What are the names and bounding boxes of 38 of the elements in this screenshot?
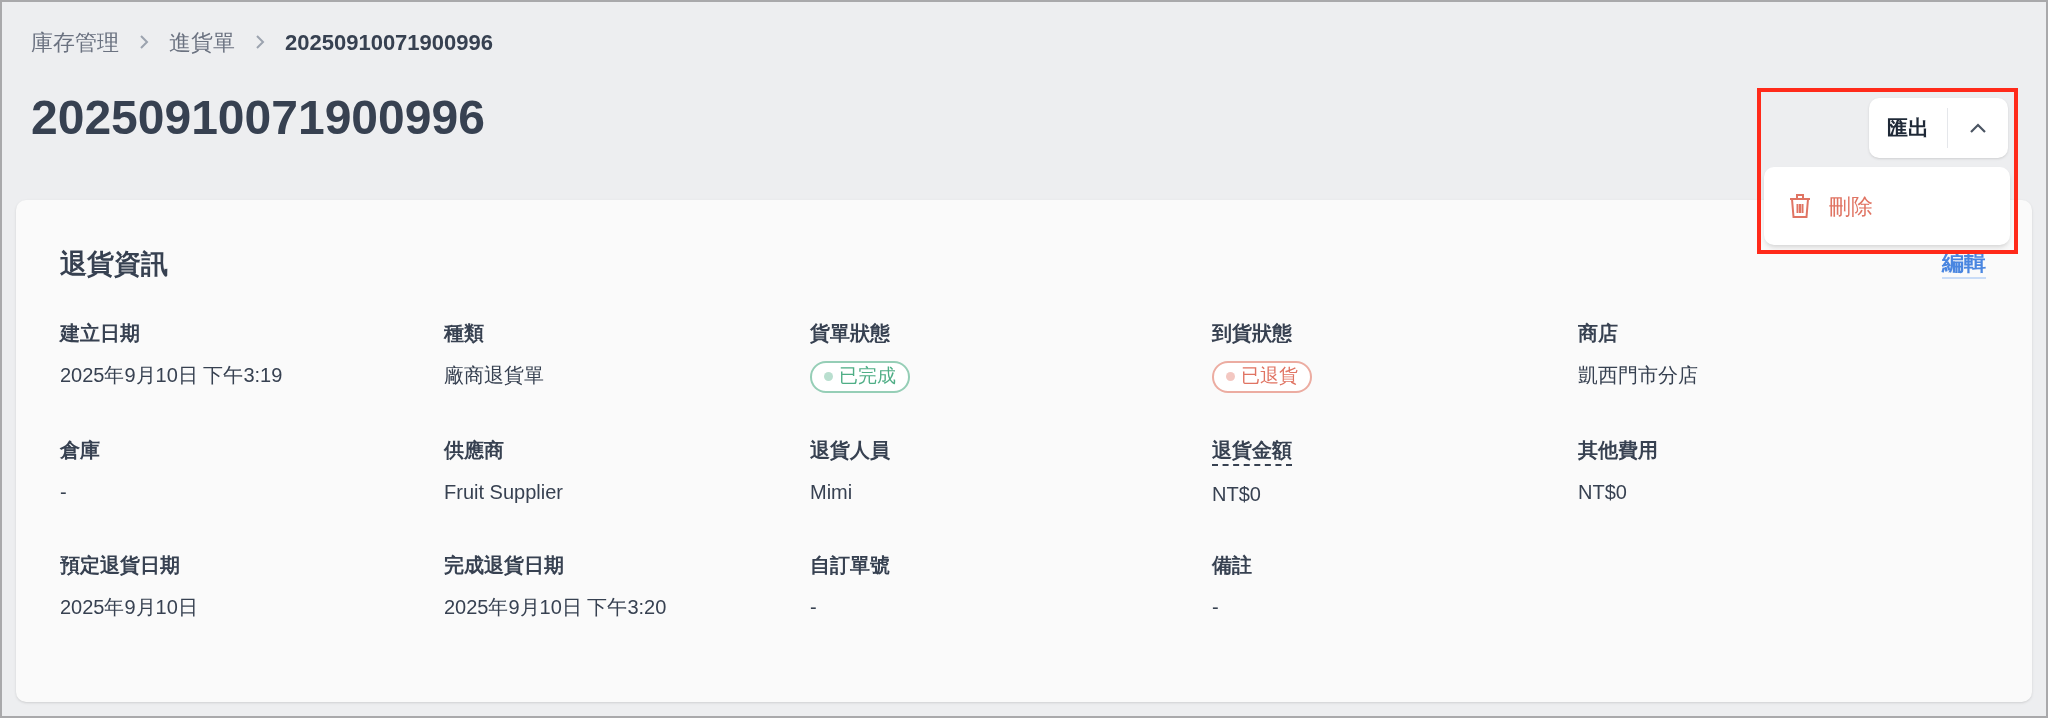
field-label: 完成退貨日期 (444, 552, 564, 578)
field-label: 到貨狀態 (1212, 320, 1292, 346)
chevron-up-icon (1968, 122, 1988, 134)
section-title: 退貨資訊 (60, 248, 168, 281)
page-title: 20250910071900996 (31, 90, 485, 146)
field-value: 凱西門市分店 (1578, 362, 1699, 388)
breadcrumb-item[interactable]: 進貨單 (169, 25, 235, 59)
menu-item[interactable]: 刪除 (1764, 189, 2010, 223)
breadcrumb-item[interactable]: 庫存管理 (31, 25, 119, 59)
field-value: Fruit Supplier (444, 479, 564, 505)
status-text: 已完成 (839, 364, 896, 389)
field-value: - (1212, 594, 1220, 620)
field-label: 供應商 (444, 437, 504, 463)
field-label: 備註 (1212, 552, 1252, 578)
field-value: 廠商退貨單 (444, 362, 545, 388)
chevron-right-icon (253, 33, 267, 51)
field-value: Mimi (810, 479, 854, 505)
field-label: 種類 (444, 320, 484, 346)
field-label: 貨單狀態 (810, 320, 890, 346)
field-label: 其他費用 (1578, 437, 1658, 463)
breadcrumb-item: 20250910071900996 (285, 28, 493, 57)
chevron-right-icon (137, 33, 151, 51)
field-value: - (810, 594, 818, 620)
field-value: - (60, 479, 68, 505)
field-value: 2025年9月10日 下午3:20 (444, 594, 668, 620)
field-label: 預定退貨日期 (60, 552, 180, 578)
field-label: 建立日期 (60, 320, 140, 346)
field-label: 商店 (1578, 320, 1618, 346)
field-label: 倉庫 (60, 437, 100, 463)
field-label: 退貨人員 (810, 437, 890, 463)
field-label: 退貨金額 (1212, 435, 1292, 466)
trash-icon (1789, 193, 1811, 219)
field-value: NT$0 (1212, 481, 1262, 507)
field-value: NT$0 (1578, 479, 1628, 505)
status-text: 已退貨 (1241, 364, 1298, 389)
field-value: 2025年9月10日 (60, 594, 199, 620)
field-value: 2025年9月10日 下午3:19 (60, 362, 284, 388)
field-label: 自訂單號 (810, 552, 890, 578)
